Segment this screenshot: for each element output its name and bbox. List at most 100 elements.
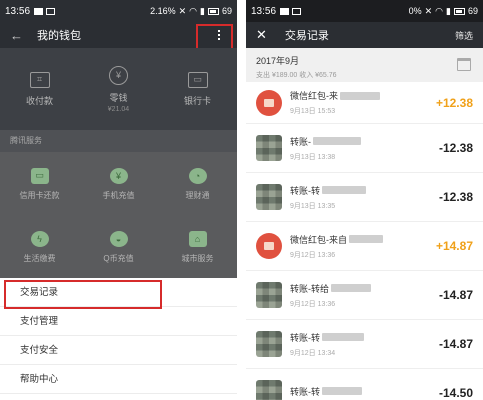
page-title: 交易记录 (284, 30, 329, 42)
wallet-bank-card[interactable]: ▭ 银行卡 (158, 48, 237, 130)
left-phone-screen: 13:56 2.16% ✕ ◠ ▮ 69 ← 我的钱包 ⌗ 收付款 ¥ 零钱 ¥… (0, 0, 237, 400)
avatar (256, 331, 282, 357)
service-wealth[interactable]: ◔ 理财通 (158, 152, 237, 216)
wallet-row: ⌗ 收付款 ¥ 零钱 ¥21.04 ▭ 银行卡 (0, 48, 237, 130)
transaction-date: 9月13日 15:53 (290, 108, 336, 115)
status-bar: 13:56 2.16% ✕ ◠ ▮ 69 (0, 0, 237, 22)
signal-icon: ▮ (446, 5, 451, 16)
transaction-date: 9月13日 13:35 (290, 202, 336, 210)
wifi-icon: ◠ (189, 5, 198, 16)
service-label: 城市服务 (181, 253, 214, 263)
status-bar: 13:56 0% ✕ ◠ ▮ 69 (246, 0, 483, 22)
wifi-icon: ◠ (435, 5, 444, 16)
right-phone-screen: 13:56 0% ✕ ◠ ▮ 69 ✕ 交易记录 筛选 2017年9月 支出 ¥… (246, 0, 483, 400)
transaction-list: 微信红包-来 9月13日 15:53 +12.38 转账- 9月13日 13:3… (246, 82, 483, 400)
service-city[interactable]: ⌂ 城市服务 (158, 216, 237, 278)
transaction-row[interactable]: 微信红包-来 9月13日 15:53 +12.38 (246, 82, 483, 124)
transaction-row[interactable]: 转账-转 -14.50 (246, 369, 483, 400)
month-title: 2017年9月 (256, 56, 300, 66)
redacted-name (349, 235, 383, 243)
transaction-amount: -14.87 (438, 337, 473, 351)
card-icon: ▭ (187, 71, 208, 88)
status-percent: 2.16% (150, 6, 176, 16)
transaction-date: 9月12日 13:34 (290, 349, 336, 357)
wallet-label: 零钱 (109, 92, 128, 103)
battery-level: 69 (221, 6, 232, 16)
transaction-row[interactable]: 转账-转 9月13日 13:35 -12.38 (246, 173, 483, 222)
menu-item-help[interactable]: 帮助中心 (0, 365, 237, 394)
section-label: 腾讯服务 (0, 130, 237, 152)
bolt-icon: ϟ (30, 230, 49, 247)
redacted-name (322, 333, 364, 341)
transaction-row[interactable]: 转账- 9月13日 13:38 -12.38 (246, 124, 483, 173)
service-qcoin[interactable]: ◒ Q币充值 (79, 216, 158, 278)
transaction-row[interactable]: 转账-转给 9月12日 13:36 -14.87 (246, 271, 483, 320)
redacted-name (322, 387, 362, 395)
service-label: Q币充值 (103, 253, 134, 263)
filter-button[interactable]: 筛选 (455, 29, 473, 42)
gallery-icon (280, 7, 290, 15)
redacted-name (331, 284, 371, 292)
red-packet-icon (256, 233, 282, 259)
dimmed-wallet-panel: ⌗ 收付款 ¥ 零钱 ¥21.04 ▭ 银行卡 腾讯服务 ▭ 信用卡还款 ¥ 手机充… (0, 48, 237, 278)
service-label: 理财通 (185, 190, 210, 200)
wealth-icon: ◔ (188, 167, 207, 184)
wallet-receive-pay[interactable]: ⌗ 收付款 (0, 48, 79, 130)
transaction-amount: -14.87 (438, 288, 473, 302)
transaction-amount: -12.38 (438, 190, 473, 204)
battery-icon (207, 7, 219, 15)
mute-icon: ✕ (424, 5, 433, 16)
avatar (256, 380, 282, 400)
transaction-date: 9月13日 13:38 (290, 153, 336, 161)
transaction-title: 转账-转 (290, 185, 320, 196)
service-label: 生活缴费 (23, 253, 56, 263)
transaction-amount: +12.38 (435, 95, 473, 110)
transaction-title: 微信红包-来自 (290, 234, 347, 245)
transaction-amount: -12.38 (438, 141, 473, 155)
transaction-row[interactable]: 转账-转 9月12日 13:34 -14.87 (246, 320, 483, 369)
redacted-name (313, 137, 361, 145)
service-label: 信用卡还款 (19, 190, 60, 200)
service-credit-card[interactable]: ▭ 信用卡还款 (0, 152, 79, 216)
wallet-balance[interactable]: ¥ 零钱 ¥21.04 (79, 48, 158, 130)
battery-icon (453, 7, 465, 15)
status-percent: 0% (408, 6, 422, 16)
avatar (256, 135, 282, 161)
service-utilities[interactable]: ϟ 生活缴费 (0, 216, 79, 278)
page-title: 我的钱包 (37, 30, 81, 42)
menu-item-payment-management[interactable]: 支付管理 (0, 307, 237, 336)
coin-icon: ¥ (109, 65, 128, 85)
battery-level: 69 (467, 6, 478, 16)
city-icon: ⌂ (188, 230, 207, 247)
transaction-title: 转账-转给 (290, 283, 329, 294)
status-time: 13:56 (5, 5, 31, 17)
title-bar: ✕ 交易记录 筛选 (246, 22, 483, 48)
avatar (256, 282, 282, 308)
back-arrow-icon[interactable]: ← (10, 28, 23, 43)
notification-icon (292, 7, 302, 15)
transaction-title: 转账-转 (290, 386, 320, 397)
redacted-name (322, 186, 366, 194)
service-label: 手机充值 (102, 190, 135, 200)
transaction-amount: +14.87 (435, 239, 473, 253)
service-grid: ▭ 信用卡还款 ¥ 手机充值 ◔ 理财通 ϟ 生活缴费 ◒ Q币充值 ⌂ 城市服务 (0, 152, 237, 278)
transaction-title: 微信红包-来 (290, 91, 338, 101)
transaction-row[interactable]: 微信红包-来自 9月12日 13:36 +14.87 (246, 222, 483, 271)
month-summary: 支出 ¥189.00 收入 ¥65.76 (256, 72, 337, 79)
red-packet-icon (256, 89, 282, 116)
calendar-icon[interactable] (457, 58, 471, 71)
menu-item-payment-security[interactable]: 支付安全 (0, 336, 237, 365)
wallet-balance-amount: ¥21.04 (107, 105, 130, 113)
notification-icon (46, 7, 56, 15)
wallet-label: 银行卡 (183, 95, 211, 106)
penguin-icon: ◒ (109, 230, 128, 247)
mute-icon: ✕ (178, 5, 187, 16)
redacted-name (340, 91, 380, 100)
gallery-icon (34, 7, 44, 15)
transaction-amount: -14.50 (438, 386, 473, 400)
more-menu-highlight (196, 24, 233, 50)
service-phone-topup[interactable]: ¥ 手机充值 (79, 152, 158, 216)
phone-icon: ¥ (109, 167, 128, 184)
status-time: 13:56 (251, 5, 277, 17)
close-icon[interactable]: ✕ (256, 27, 267, 43)
